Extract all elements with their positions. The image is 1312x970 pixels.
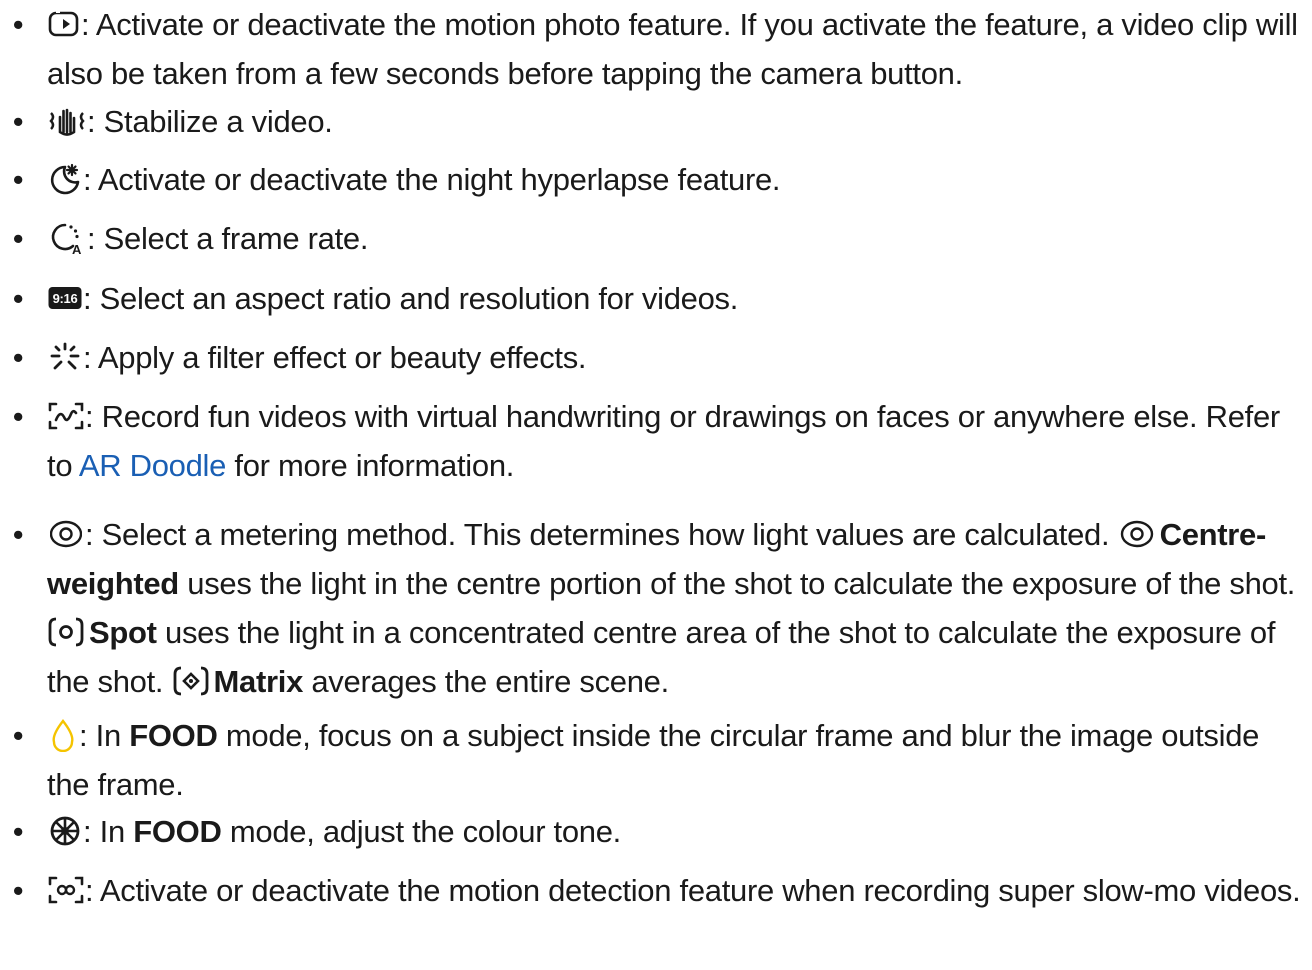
list-item: • : Apply a filter effect or beauty effec…	[0, 333, 1312, 382]
list-item: • A : Select a frame rate.	[0, 214, 1312, 263]
centre-weighted-icon	[1118, 517, 1156, 551]
text-run: : In	[83, 814, 134, 849]
item-text: : Record fun videos with virtual handwri…	[47, 392, 1307, 490]
food-focus-icon	[47, 718, 79, 752]
bullet: •	[12, 814, 24, 849]
metering-icon	[47, 517, 85, 551]
colour-tone-icon	[47, 814, 83, 848]
bold-term: FOOD	[129, 718, 218, 753]
item-text: : Stabilize a video.	[47, 97, 1307, 146]
bullet: •	[12, 340, 24, 375]
bullet: •	[12, 221, 24, 256]
frame-rate-icon: A	[47, 221, 87, 255]
item-text: : Apply a filter effect or beauty effect…	[47, 333, 1307, 382]
svg-text:A: A	[72, 242, 82, 255]
text-run: : In	[79, 718, 130, 753]
item-text: : In FOOD mode, adjust the colour tone.	[47, 807, 1307, 856]
item-text: : Select a metering method. This determi…	[47, 510, 1307, 706]
bullet: •	[12, 873, 24, 908]
text-run: averages the entire scene.	[303, 664, 669, 699]
spot-metering-icon	[47, 615, 85, 649]
item-text: : Activate or deactivate the motion phot…	[47, 0, 1307, 98]
list-item: • : Record fun videos with virtual handwr…	[0, 392, 1312, 490]
text-run: : Select a metering method. This determi…	[85, 517, 1118, 552]
text-run: uses the light in the centre portion of …	[178, 566, 1296, 601]
list-item: • : Activate or deactivate the motion pho…	[0, 0, 1312, 98]
list-item: • : In FOOD mode, focus on a subject insi…	[0, 711, 1312, 809]
text-run: : Select an aspect ratio and resolution …	[83, 281, 739, 316]
text-run: for more information.	[226, 448, 515, 483]
ar-doodle-icon	[47, 400, 85, 432]
matrix-metering-icon	[172, 664, 210, 698]
item-text: A : Select a frame rate.	[47, 214, 1307, 263]
text-run: : Apply a filter effect or beauty effect…	[83, 340, 587, 375]
bullet: •	[12, 7, 24, 42]
bullet: •	[12, 281, 24, 316]
stabilize-hand-icon	[47, 105, 87, 137]
list-item: • : Stabilize a video.	[0, 97, 1312, 146]
text-run: : Select a frame rate.	[87, 221, 369, 256]
night-hyperlapse-icon	[47, 162, 83, 196]
text-run: : Stabilize a video.	[87, 104, 333, 139]
text-run: : Activate or deactivate the motion phot…	[47, 7, 1298, 91]
text-run: mode, focus on a subject inside the circ…	[47, 718, 1260, 802]
bold-term: FOOD	[133, 814, 222, 849]
item-text: : In FOOD mode, focus on a subject insid…	[47, 711, 1307, 809]
text-run: : Activate or deactivate the motion dete…	[85, 873, 1301, 908]
bullet: •	[12, 104, 24, 139]
item-text: : Activate or deactivate the night hyper…	[47, 155, 1307, 204]
bullet: •	[12, 162, 24, 197]
bullet: •	[12, 517, 24, 552]
motion-detection-icon	[47, 874, 85, 906]
text-run: : Activate or deactivate the night hyper…	[83, 162, 781, 197]
bold-term: Matrix	[213, 664, 304, 699]
list-item: • : Activate or deactivate the motion det…	[0, 866, 1312, 915]
item-text: : Activate or deactivate the motion dete…	[47, 866, 1307, 915]
svg-text:9:16: 9:16	[53, 291, 78, 306]
filter-sparkle-icon	[47, 340, 83, 374]
aspect-ratio-icon: 9:16	[47, 283, 83, 313]
bullet: •	[12, 718, 24, 753]
list-item: • : In FOOD mode, adjust the colour tone.	[0, 807, 1312, 856]
manual-page: • : Activate or deactivate the motion pho…	[0, 0, 1312, 970]
bold-term: Spot	[89, 615, 157, 650]
list-item: • : Activate or deactivate the night hype…	[0, 155, 1312, 204]
bullet: •	[12, 399, 24, 434]
list-item: • : Select a metering method. This determ…	[0, 510, 1312, 706]
motion-photo-icon	[47, 8, 81, 40]
item-text: 9:16 : Select an aspect ratio and resolut…	[47, 274, 1307, 323]
list-item: • 9:16 : Select an aspect ratio and resolu…	[0, 274, 1312, 323]
text-run: mode, adjust the colour tone.	[221, 814, 621, 849]
ar-doodle-link[interactable]: AR Doodle	[79, 448, 227, 483]
